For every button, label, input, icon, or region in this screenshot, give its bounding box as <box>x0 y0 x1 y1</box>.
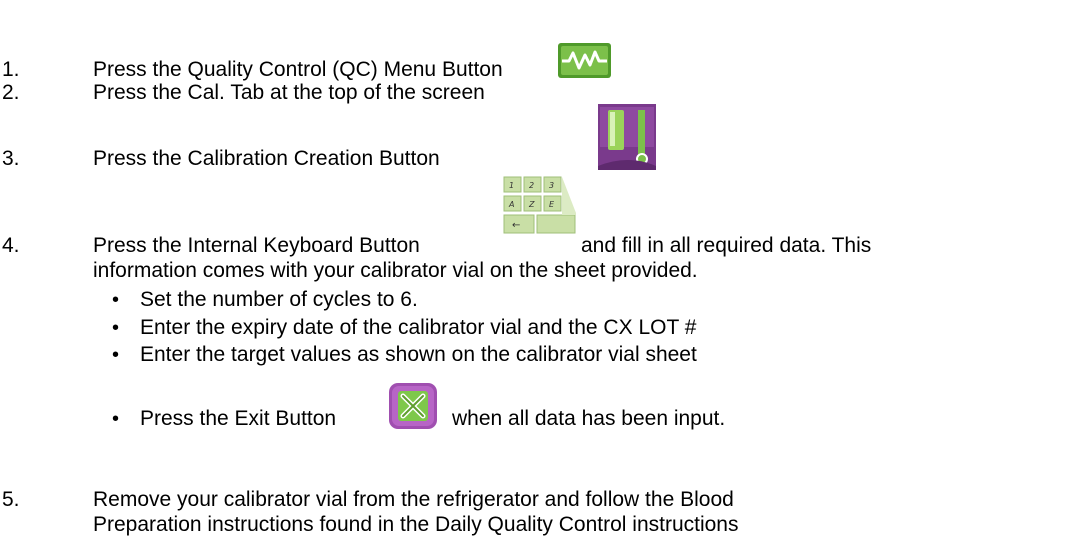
step-number: 2. <box>2 81 20 104</box>
key-a: A <box>508 200 514 209</box>
step-5-continuation: Preparation instructions found in the Da… <box>0 512 1072 538</box>
step-text-continuation: Preparation instructions found in the Da… <box>93 513 739 536</box>
calibration-vial-icon <box>598 104 656 170</box>
substep-text-before-icon: Press the Exit Button <box>140 407 337 430</box>
key-3: 3 <box>549 181 554 190</box>
step-3: 3. Press the Calibration Creation Button <box>0 146 1072 172</box>
bullet-marker: • <box>112 317 120 339</box>
step-text: Press the Calibration Creation Button <box>93 147 440 170</box>
step-5: 5. Remove your calibrator vial from the … <box>0 487 1072 513</box>
step-text-after-icon: and fill in all required data. This <box>581 234 872 257</box>
key-1: 1 <box>509 181 514 190</box>
substep-text: Enter the target values as shown on the … <box>140 343 697 366</box>
document-page: { "steps": [ {"number": "1.", "text": "P… <box>0 0 1072 556</box>
step-number: 3. <box>2 147 20 170</box>
step-number: 5. <box>2 488 20 511</box>
step-text: Press the Cal. Tab at the top of the scr… <box>93 81 485 104</box>
substep-text-after-icon: when all data has been input. <box>452 407 726 430</box>
qc-waveform-icon <box>558 43 611 78</box>
step-2: 2. Press the Cal. Tab at the top of the … <box>0 80 1072 106</box>
substep-1: • Set the number of cycles to 6. <box>0 287 1072 313</box>
key-2: 2 <box>529 181 534 190</box>
substep-text: Enter the expiry date of the calibrator … <box>140 316 697 339</box>
substep-4: • Press the Exit Button when all data ha… <box>0 406 1072 432</box>
step-4-continuation: information comes with your calibrator v… <box>0 258 1072 284</box>
bullet-marker: • <box>112 344 120 366</box>
key-z: Z <box>528 200 535 209</box>
step-text: Remove your calibrator vial from the ref… <box>93 488 734 511</box>
substep-3: • Enter the target values as shown on th… <box>0 342 1072 368</box>
step-number: 4. <box>2 234 20 257</box>
key-backspace: ← <box>512 220 520 231</box>
step-text-before-icon: Press the Internal Keyboard Button <box>93 234 420 257</box>
step-text-continuation: information comes with your calibrator v… <box>93 259 698 282</box>
bullet-marker: • <box>112 289 120 311</box>
keyboard-icon: 1 2 3 A Z E ← <box>502 173 578 238</box>
bullet-marker: • <box>112 408 120 430</box>
substep-2: • Enter the expiry date of the calibrato… <box>0 315 1072 341</box>
substep-text: Set the number of cycles to 6. <box>140 288 418 311</box>
exit-x-icon <box>389 383 437 429</box>
